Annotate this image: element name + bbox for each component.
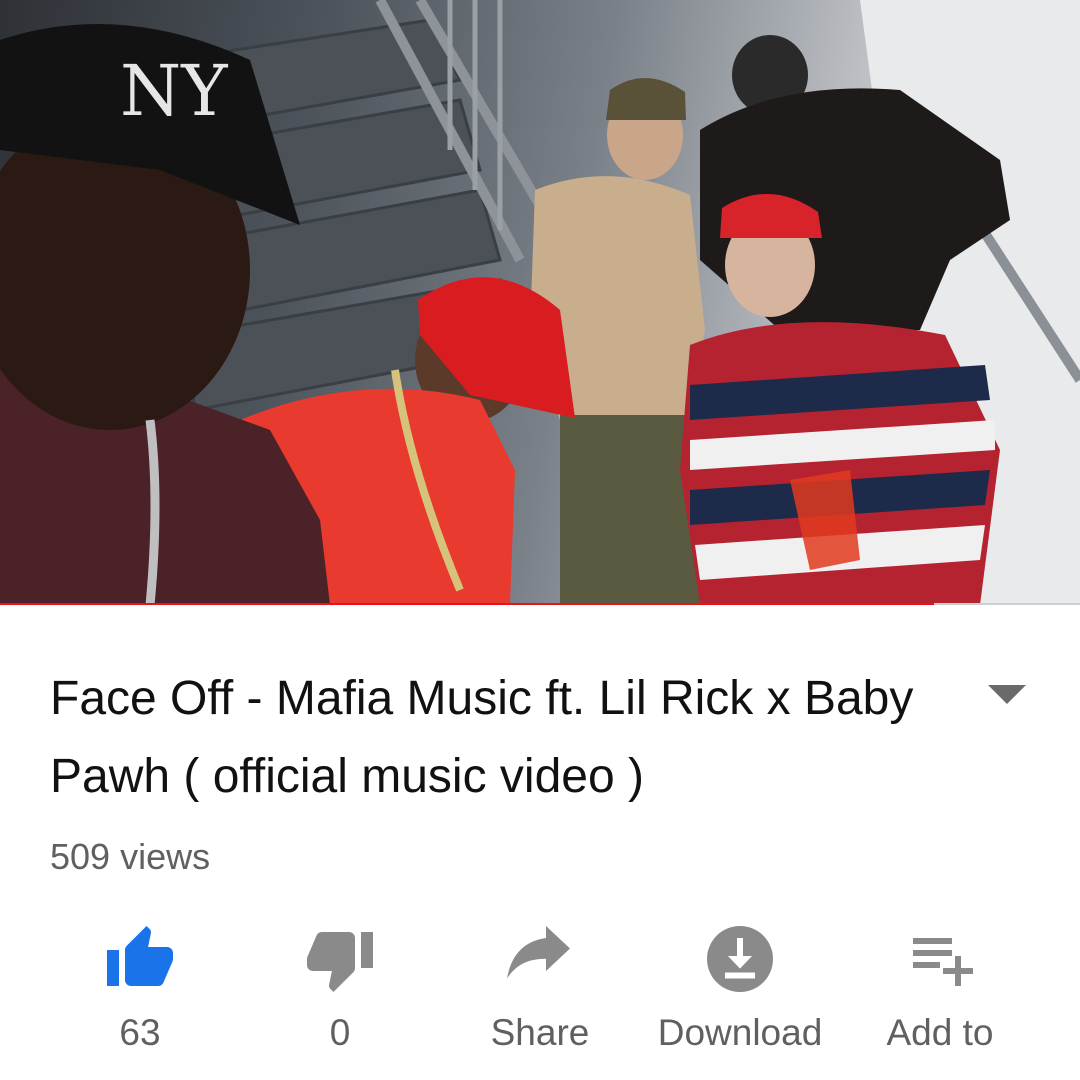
svg-text:NY: NY — [120, 50, 228, 132]
video-player[interactable]: NY — [0, 0, 1080, 605]
like-count: 63 — [119, 1012, 161, 1053]
action-bar: 63 0 Share Download Add to — [40, 915, 1040, 1065]
expand-description-button[interactable] — [986, 682, 1028, 706]
chevron-down-icon — [988, 685, 1026, 704]
video-title: Face Off - Mafia Music ft. Lil Rick x Ba… — [50, 672, 914, 803]
add-to-label: Add to — [886, 1012, 994, 1053]
share-button[interactable]: Share — [440, 915, 640, 1065]
progress-bar[interactable] — [0, 603, 1080, 605]
thumbs-down-icon — [307, 932, 373, 992]
playlist-add-icon — [913, 938, 973, 986]
dislike-button[interactable]: 0 — [240, 915, 440, 1065]
share-label: Share — [490, 1012, 590, 1053]
download-label: Download — [657, 1012, 823, 1053]
video-frame-image: NY — [0, 0, 1080, 605]
share-icon — [507, 926, 570, 979]
download-button[interactable]: Download — [640, 915, 840, 1065]
like-button[interactable]: 63 — [40, 915, 240, 1065]
dislike-count: 0 — [329, 1012, 351, 1053]
progress-bar-fill — [0, 603, 935, 605]
thumbs-up-icon — [107, 926, 173, 986]
download-icon — [707, 926, 773, 992]
add-to-button[interactable]: Add to — [840, 915, 1040, 1065]
view-count: 509 views — [50, 836, 211, 877]
